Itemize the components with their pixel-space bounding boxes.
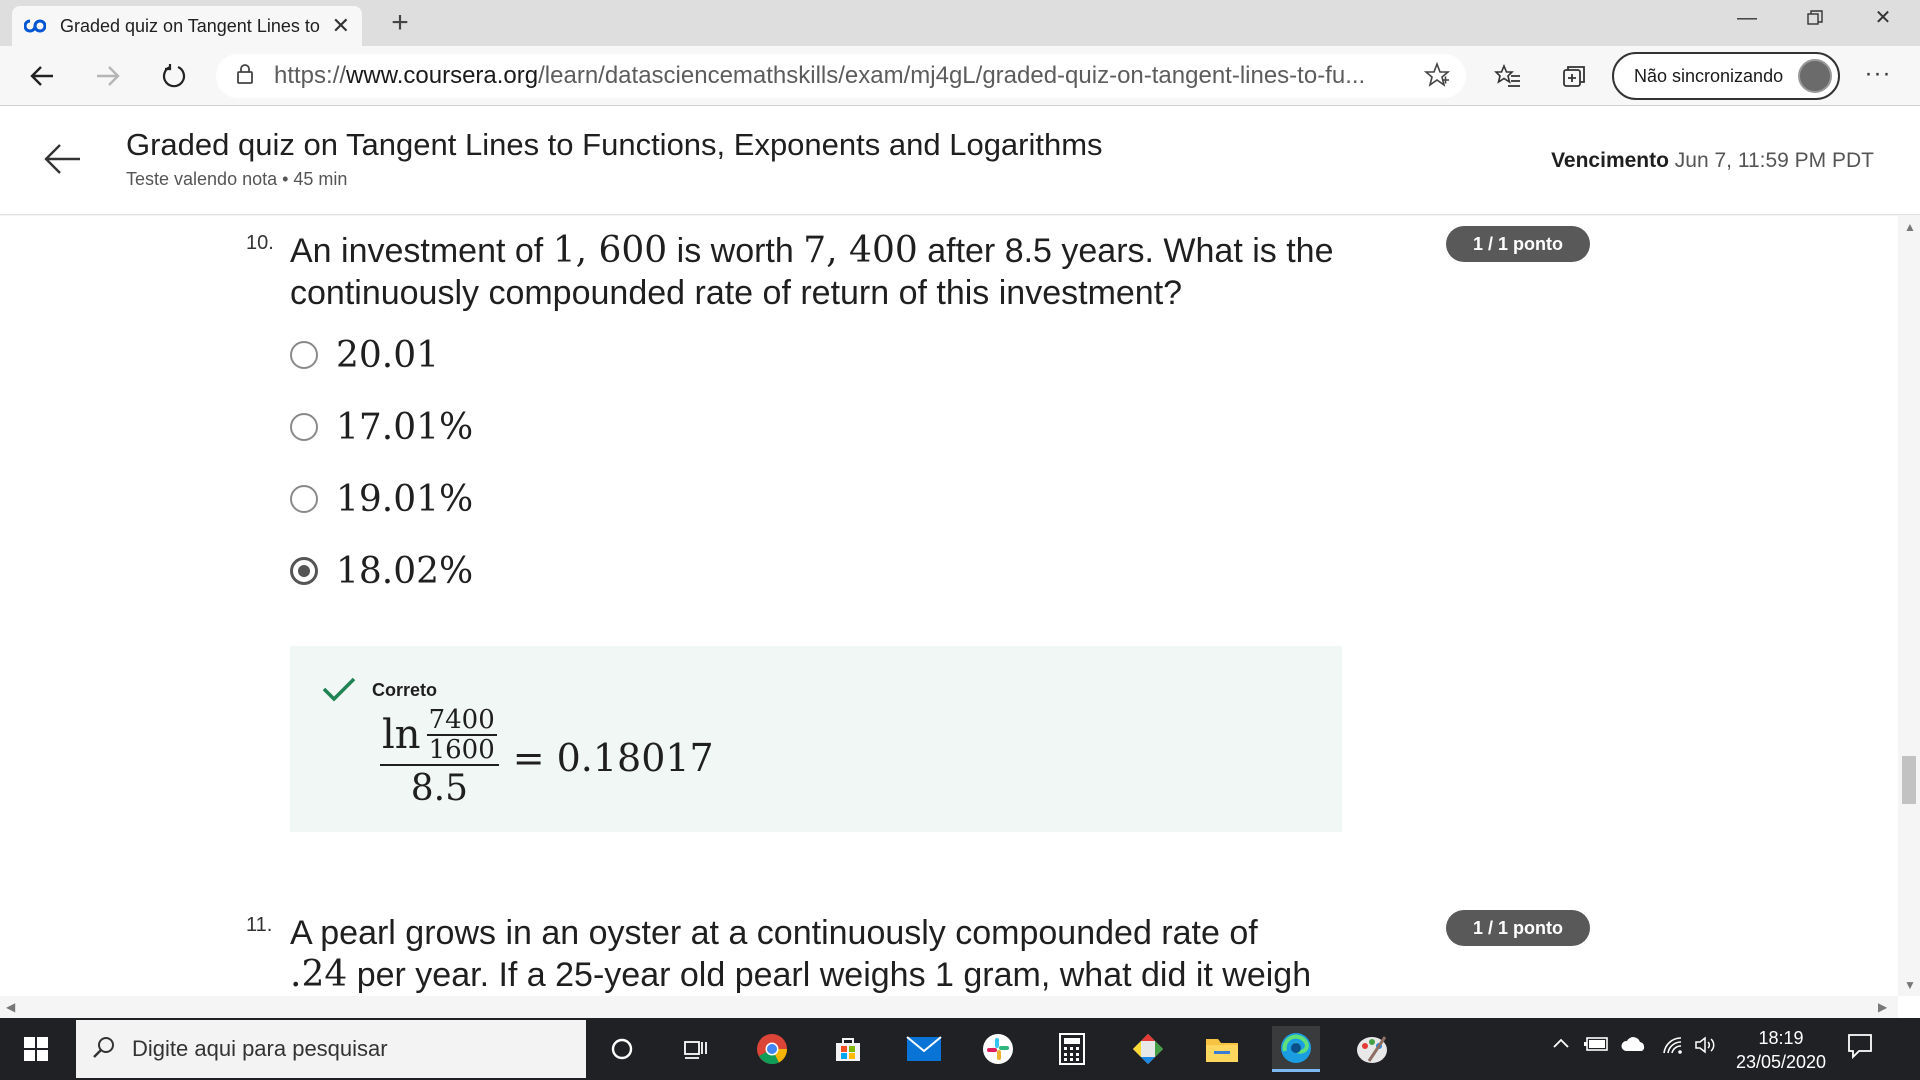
task-view-icon[interactable]	[672, 1026, 720, 1072]
answer-option-selected[interactable]: 18.02%	[290, 546, 473, 596]
calculator-icon[interactable]	[1048, 1026, 1096, 1072]
system-clock[interactable]: 18:19 23/05/2020	[1726, 1026, 1836, 1074]
due-label: Vencimento	[1551, 149, 1669, 172]
tab-title: Graded quiz on Tangent Lines to Function…	[60, 15, 320, 36]
page-header: Graded quiz on Tangent Lines to Function…	[0, 107, 1920, 215]
clock-date: 23/05/2020	[1735, 1052, 1827, 1072]
minimize-icon[interactable]: —	[1714, 0, 1780, 36]
taskbar-search-input[interactable]: Digite aqui para pesquisar	[76, 1020, 586, 1078]
browser-tab[interactable]: Graded quiz on Tangent Lines to Function…	[12, 6, 362, 46]
formula-equals: =	[512, 735, 545, 780]
back-to-course-icon[interactable]	[40, 137, 90, 187]
slack-icon[interactable]	[974, 1026, 1022, 1072]
favorite-star-icon[interactable]	[1423, 61, 1451, 93]
option-label: 18.02%	[336, 550, 474, 592]
app-diamond-icon[interactable]	[1124, 1026, 1172, 1072]
windows-start-icon[interactable]	[0, 1018, 72, 1080]
new-tab-button[interactable]: +	[380, 6, 420, 40]
browser-toolbar: https://www.coursera.org/learn/datascien…	[0, 46, 1920, 106]
formula-fraction: ln 7400 1600 8.5	[380, 706, 499, 809]
microsoft-store-icon[interactable]	[824, 1026, 872, 1072]
option-label: 20.01	[336, 334, 440, 376]
question-text: A pearl grows in an oyster at a continuo…	[290, 914, 1312, 995]
battery-icon[interactable]	[1584, 1036, 1610, 1057]
scroll-up-icon[interactable]: ▲	[1904, 220, 1916, 234]
due-value: Jun 7, 11:59 PM PDT	[1674, 149, 1874, 172]
clock-time: 18:19	[1758, 1028, 1804, 1048]
scroll-left-icon[interactable]: ◀	[6, 1000, 15, 1014]
score-badge: 1 / 1 ponto	[1446, 910, 1590, 946]
profile-sync-button[interactable]: Não sincronizando	[1612, 52, 1840, 100]
radio-button[interactable]	[290, 341, 318, 369]
notification-center-icon[interactable]	[1846, 1032, 1874, 1065]
page-title: Graded quiz on Tangent Lines to Function…	[126, 127, 1103, 162]
search-placeholder: Digite aqui para pesquisar	[132, 1036, 388, 1061]
url-text: https://www.coursera.org/learn/datascien…	[274, 62, 1366, 89]
windows-taskbar: Digite aqui para pesquisar 18:19 23/05/2…	[0, 1018, 1920, 1080]
formula-ln: ln	[382, 712, 421, 758]
formula-inner-bottom: 1600	[428, 735, 495, 765]
vertical-scrollbar[interactable]: ▲ ▼	[1898, 216, 1920, 996]
onedrive-icon[interactable]	[1620, 1036, 1648, 1057]
more-options-icon[interactable]: ···	[1856, 54, 1900, 98]
feedback-panel: Correto ln 7400 1600 8.5 = 0.18017	[290, 646, 1342, 832]
formula-denominator: 8.5	[410, 768, 468, 809]
window-close-icon[interactable]: ✕	[1850, 0, 1916, 36]
restore-icon[interactable]	[1782, 0, 1848, 36]
formula-inner-fraction: 7400 1600	[426, 705, 497, 765]
volume-icon[interactable]	[1694, 1036, 1716, 1059]
forward-icon[interactable]	[86, 54, 130, 98]
mail-icon[interactable]	[900, 1026, 948, 1072]
quiz-content: 10. An investment of 1, 600 is worth 7, …	[0, 216, 1898, 996]
tab-close-icon[interactable]: ✕	[332, 13, 350, 39]
favorites-icon[interactable]	[1486, 54, 1530, 98]
sync-label: Não sincronizando	[1634, 65, 1784, 86]
show-hidden-icons-icon[interactable]	[1552, 1036, 1570, 1054]
radio-button-checked[interactable]	[290, 557, 318, 585]
question-text: An investment of 1, 600 is worth 7, 400 …	[290, 230, 1334, 312]
formula-numerator: ln 7400 1600	[380, 706, 499, 766]
search-icon	[92, 1035, 116, 1064]
horizontal-scrollbar[interactable]: ◀ ▶	[0, 996, 1898, 1018]
option-label: 19.01%	[336, 478, 474, 520]
wifi-icon[interactable]	[1662, 1036, 1684, 1059]
coursera-logo-icon	[24, 19, 46, 33]
formula-inner-top: 7400	[426, 705, 497, 736]
avatar	[1798, 59, 1832, 93]
browser-tab-strip: Graded quiz on Tangent Lines to Function…	[0, 0, 1920, 46]
answer-option[interactable]: 19.01%	[290, 474, 473, 524]
answer-option[interactable]: 17.01%	[290, 402, 473, 452]
scroll-right-icon[interactable]: ▶	[1878, 1000, 1887, 1014]
chrome-icon[interactable]	[748, 1026, 796, 1072]
radio-button[interactable]	[290, 413, 318, 441]
address-bar[interactable]: https://www.coursera.org/learn/datascien…	[216, 54, 1466, 98]
score-badge: 1 / 1 ponto	[1446, 226, 1590, 262]
question-number: 11.	[246, 914, 273, 936]
scroll-down-icon[interactable]: ▼	[1904, 978, 1916, 992]
answer-option[interactable]: 20.01	[290, 330, 439, 380]
paint-icon[interactable]	[1348, 1026, 1396, 1072]
option-label: 17.01%	[336, 406, 474, 448]
page-subtitle: Teste valendo nota • 45 min	[126, 169, 348, 189]
cortana-icon[interactable]	[598, 1026, 646, 1072]
refresh-icon[interactable]	[152, 54, 196, 98]
due-date: Vencimento Jun 7, 11:59 PM PDT	[1551, 149, 1874, 173]
formula-result: 0.18017	[556, 735, 714, 780]
question-number: 10.	[246, 232, 274, 254]
solution-formula: ln 7400 1600 8.5 = 0.18017	[380, 706, 714, 809]
edge-browser-icon[interactable]	[1272, 1026, 1320, 1072]
radio-button[interactable]	[290, 485, 318, 513]
checkmark-icon	[322, 676, 356, 707]
lock-icon	[236, 63, 266, 90]
collections-icon[interactable]	[1552, 54, 1596, 98]
file-explorer-icon[interactable]	[1198, 1026, 1246, 1072]
feedback-label: Correto	[372, 680, 438, 700]
scrollbar-thumb[interactable]	[1902, 756, 1916, 804]
back-icon[interactable]	[20, 54, 64, 98]
